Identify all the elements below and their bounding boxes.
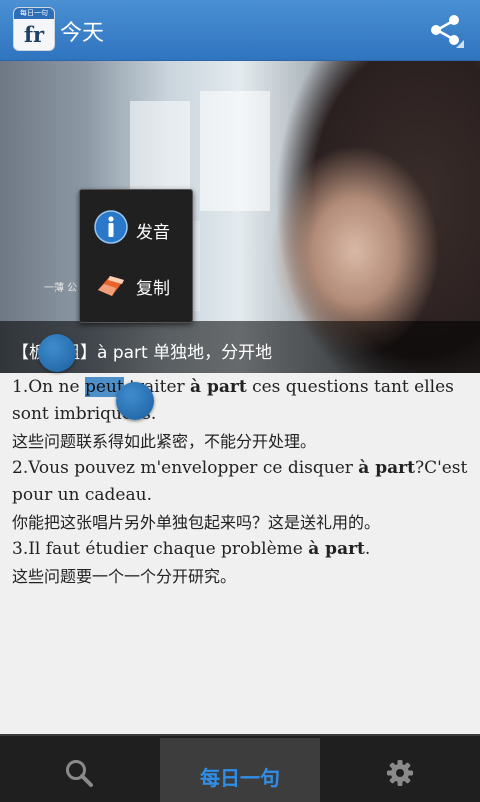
hero-image: 一薄 公 【板块组】à part 单独地，分开地: [0, 61, 480, 373]
eraser-icon: [98, 276, 124, 296]
tab-label: 每日一句: [200, 766, 280, 790]
example-fr-2[interactable]: 2.Vous pouvez m'envelopper ce disquer à …: [12, 455, 472, 509]
example-cn-3: 这些问题要一个一个分开研究。: [12, 567, 237, 586]
hero-small-text: 一薄 公: [44, 283, 78, 294]
app-icon-caption: 每日一句: [14, 8, 54, 19]
popup-item-label: 复制: [136, 279, 170, 299]
popup-item-copy[interactable]: 复制: [80, 256, 192, 312]
selection-handle-end[interactable]: [116, 382, 154, 420]
share-button[interactable]: [424, 10, 468, 50]
example-fr-1[interactable]: 1.On ne peut traiter à part ces question…: [12, 374, 472, 428]
context-popup: 发音 复制: [79, 189, 193, 323]
search-icon: [66, 760, 93, 787]
window-pane: [200, 91, 270, 211]
tab-settings[interactable]: [320, 738, 480, 802]
example-fr-3[interactable]: 3.Il faut étudier chaque problème à part…: [12, 536, 472, 563]
bottom-nav: 每日一句: [0, 734, 480, 802]
info-icon: [94, 210, 128, 244]
example-cn-2: 你能把这张唱片另外单独包起来吗？这是送礼用的。: [12, 513, 381, 532]
selection-handle-start[interactable]: [38, 334, 76, 372]
app-icon-text: fr: [23, 22, 45, 47]
tab-search[interactable]: [0, 738, 160, 802]
article-content: 1.On ne peut traiter à part ces question…: [12, 374, 472, 590]
gear-icon: [387, 760, 413, 786]
example-cn-1: 这些问题联系得如此紧密，不能分开处理。: [12, 432, 317, 451]
tab-daily-sentence[interactable]: 每日一句: [160, 738, 320, 802]
app-icon[interactable]: 每日一句 fr: [13, 7, 55, 51]
top-bar: 每日一句 fr 今天: [0, 0, 480, 61]
popup-item-pronounce[interactable]: 发音: [80, 200, 192, 256]
page-title: 今天: [60, 21, 105, 46]
popup-item-label: 发音: [136, 223, 170, 243]
share-icon: [431, 15, 464, 48]
